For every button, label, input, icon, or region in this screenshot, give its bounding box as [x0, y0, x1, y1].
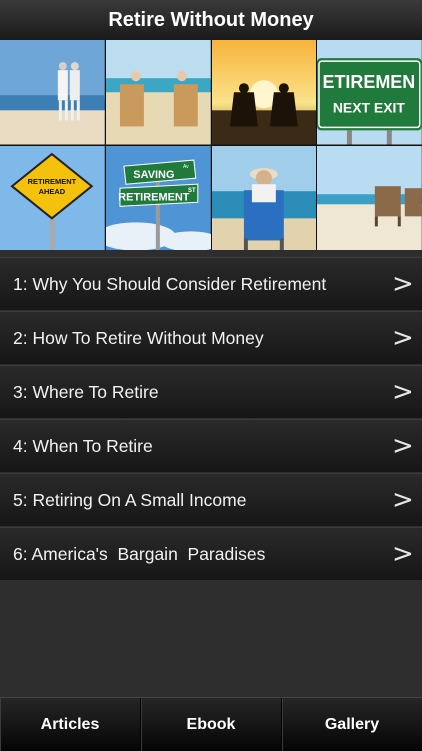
exit-sign-line1: ETIREMEN — [323, 72, 416, 92]
street-sign-line2-sup: ST — [188, 188, 196, 194]
exit-sign-line2: NEXT EXIT — [333, 99, 406, 115]
title-bar: Retire Without Money — [0, 0, 422, 41]
sunset-chairs-photo — [211, 40, 317, 145]
chevron-right-icon: > — [392, 431, 414, 461]
tab-label: Ebook — [186, 715, 236, 733]
chevron-right-icon: > — [392, 485, 414, 515]
tab-label: Gallery — [324, 715, 380, 733]
retirement-exit-sign-photo: ETIREMEN NEXT EXIT — [317, 40, 422, 145]
chevron-right-icon: > — [392, 539, 414, 569]
chapter-list: 1: Why You Should Consider Retirement > … — [0, 257, 422, 581]
tab-articles[interactable]: Articles — [0, 698, 141, 751]
tab-label: Articles — [40, 715, 100, 733]
list-item-label: 5: Retiring On A Small Income — [13, 489, 247, 510]
couple-beach-walk-photo — [0, 40, 105, 145]
ahead-sign-line1: RETIREMENT — [28, 177, 77, 186]
beach-chairs-couple-photo — [105, 40, 211, 145]
tab-bar: Articles Ebook Gallery — [0, 697, 422, 751]
list-item-label: 2: How To Retire Without Money — [13, 327, 264, 348]
list-item[interactable]: 5: Retiring On A Small Income > — [0, 473, 422, 526]
list-item[interactable]: 3: Where To Retire > — [0, 365, 422, 418]
ahead-sign-line2: AHEAD — [39, 187, 66, 196]
photo-banner: ETIREMEN NEXT EXIT RETIREMENT AHEAD SAVI… — [0, 40, 422, 250]
street-sign-line2: RETIREMENT — [118, 191, 190, 203]
tab-ebook[interactable]: Ebook — [141, 698, 282, 751]
tab-gallery[interactable]: Gallery — [282, 698, 422, 751]
list-item[interactable]: 1: Why You Should Consider Retirement > — [0, 257, 422, 310]
chevron-right-icon: > — [392, 269, 414, 299]
street-sign-line1-sup: Av — [183, 164, 189, 170]
list-item-label: 3: Where To Retire — [13, 381, 159, 402]
list-item-label: 4: When To Retire — [13, 435, 153, 456]
street-sign-line1: SAVING — [133, 169, 174, 181]
list-item-label: 1: Why You Should Consider Retirement — [13, 273, 327, 294]
empty-beach-chairs-photo — [317, 145, 422, 250]
retirement-ahead-sign-photo: RETIREMENT AHEAD — [0, 145, 105, 250]
chevron-right-icon: > — [392, 377, 414, 407]
chevron-right-icon: > — [392, 323, 414, 353]
list-item[interactable]: 4: When To Retire > — [0, 419, 422, 472]
list-item[interactable]: 6: America's Bargain Paradises > — [0, 527, 422, 580]
list-item[interactable]: 2: How To Retire Without Money > — [0, 311, 422, 364]
saving-retirement-street-sign-photo: SAVING Av RETIREMENT ST — [105, 145, 211, 250]
page-title: Retire Without Money — [108, 8, 314, 31]
list-item-label: 6: America's Bargain Paradises — [13, 543, 266, 564]
man-beach-chair-photo — [211, 145, 317, 250]
